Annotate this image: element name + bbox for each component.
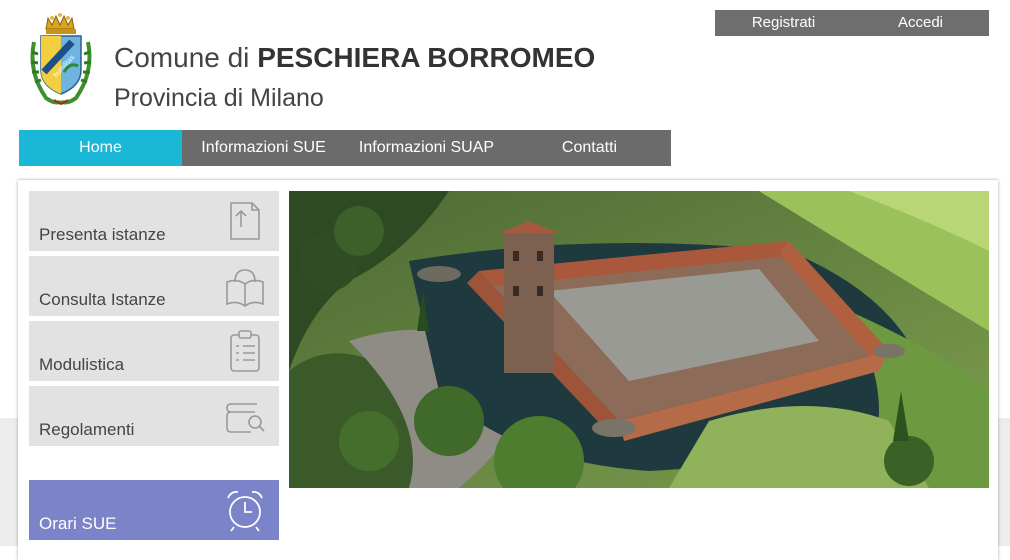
nav-informazioni-sue[interactable]: Informazioni SUE [182, 130, 345, 166]
document-search-icon [226, 403, 265, 433]
hero-castle-photo [289, 191, 989, 488]
auth-bar: Registrati Accedi [715, 10, 989, 36]
alarm-clock-icon [227, 490, 263, 532]
title-prefix: Comune di [114, 42, 258, 73]
login-link[interactable]: Accedi [852, 10, 989, 36]
nav-informazioni-suap[interactable]: Informazioni SUAP [345, 130, 508, 166]
upload-document-icon [230, 202, 260, 240]
clipboard-list-icon [230, 330, 260, 372]
tile-label: Consulta Istanze [39, 290, 166, 309]
tile-label: Modulistica [39, 355, 125, 374]
tile-presenta-istanze[interactable]: Presenta istanze [29, 191, 279, 251]
tile-consulta-istanze[interactable]: Consulta Istanze [29, 256, 279, 316]
tile-modulistica[interactable]: Modulistica [29, 321, 279, 381]
title-town-name: PESCHIERA BORROMEO [257, 42, 596, 73]
tile-label: Regolamenti [39, 420, 135, 439]
open-book-icon [226, 269, 264, 307]
page-title: Comune di PESCHIERA BORROMEO [114, 42, 595, 74]
tile-orari-sue[interactable]: Orari SUE [29, 480, 279, 540]
page-subtitle: Provincia di Milano [114, 84, 324, 112]
tile-label: Presenta istanze [39, 225, 166, 244]
nav-home[interactable]: Home [19, 130, 182, 166]
nav-contatti[interactable]: Contatti [508, 130, 671, 166]
tile-regolamenti[interactable]: Regolamenti [29, 386, 279, 446]
coat-of-arms-icon: humilitas [30, 13, 92, 106]
content-panel: Presenta istanze Consulta Istanze Moduli… [18, 180, 998, 560]
register-link[interactable]: Registrati [715, 10, 852, 36]
tile-label: Orari SUE [39, 514, 117, 533]
main-nav: Home Informazioni SUE Informazioni SUAP … [19, 130, 671, 166]
